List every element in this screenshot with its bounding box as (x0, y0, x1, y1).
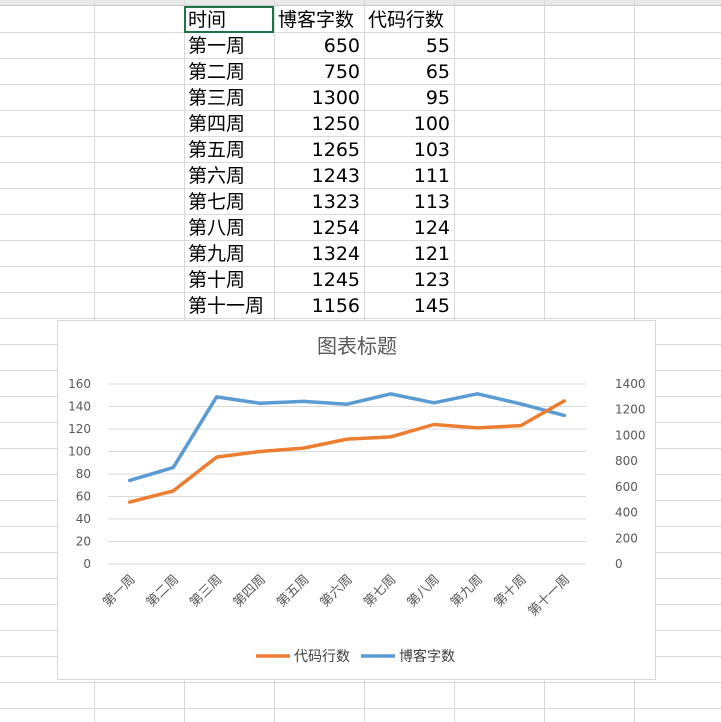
y-right-tick-label: 0 (615, 557, 623, 571)
column-header-bar[interactable] (0, 0, 721, 6)
x-tick-label: 第一周 (100, 572, 138, 610)
y-left-tick-label: 20 (76, 535, 91, 549)
line-chart[interactable]: 图表标题 0 20 40 60 80 100 120 140 160 0 200 400 600 800… (57, 320, 656, 680)
chart-title[interactable]: 图表标题 (317, 334, 397, 358)
legend-label[interactable]: 代码行数 (294, 649, 350, 665)
table-cell[interactable]: 1265 (274, 137, 364, 163)
y-right-tick-label: 1200 (615, 403, 646, 417)
table-cell[interactable]: 95 (364, 85, 454, 111)
x-tick-label: 第五周 (274, 572, 312, 610)
x-tick-label: 第八周 (405, 572, 443, 610)
table-cell[interactable]: 650 (274, 33, 364, 59)
header-cell-time[interactable]: 时间 (184, 7, 274, 33)
y-left-tick-label: 100 (68, 445, 91, 459)
y-left-tick-label: 160 (68, 377, 91, 391)
y-right-tick-label: 1400 (615, 377, 646, 391)
header-cell-blog-words[interactable]: 博客字数 (274, 7, 364, 33)
x-tick-label: 第四周 (231, 572, 269, 610)
table-cell[interactable]: 750 (274, 59, 364, 85)
x-tick-label: 第六周 (318, 572, 356, 610)
table-cell[interactable]: 第二周 (184, 59, 274, 85)
table-cell[interactable]: 1156 (274, 293, 364, 319)
table-cell[interactable]: 123 (364, 267, 454, 293)
y-left-tick-label: 120 (68, 422, 91, 436)
table-cell[interactable]: 145 (364, 293, 454, 319)
y-right-tick-label: 400 (615, 506, 638, 520)
table-cell[interactable]: 65 (364, 59, 454, 85)
table-cell[interactable]: 121 (364, 241, 454, 267)
grid-line (0, 708, 721, 709)
y-right-tick-label: 200 (615, 531, 638, 545)
spreadsheet-grid[interactable]: 时间 博客字数 代码行数 第一周 650 55 第二周 750 65 第三周 1… (0, 0, 721, 722)
table-cell[interactable]: 1323 (274, 189, 364, 215)
x-tick-label: 第十周 (491, 572, 529, 610)
table-cell[interactable]: 1324 (274, 241, 364, 267)
table-cell[interactable]: 第八周 (184, 215, 274, 241)
y-left-tick-label: 40 (76, 512, 91, 526)
table-cell[interactable]: 第一周 (184, 33, 274, 59)
table-cell[interactable]: 100 (364, 111, 454, 137)
table-cell[interactable]: 1245 (274, 267, 364, 293)
table-cell[interactable]: 第四周 (184, 111, 274, 137)
table-cell[interactable]: 第六周 (184, 163, 274, 189)
table-cell[interactable]: 1243 (274, 163, 364, 189)
table-cell[interactable]: 1300 (274, 85, 364, 111)
table-cell[interactable]: 113 (364, 189, 454, 215)
y-right-tick-label: 600 (615, 480, 638, 494)
legend-label[interactable]: 博客字数 (399, 648, 455, 665)
table-cell[interactable]: 第三周 (184, 85, 274, 111)
table-cell[interactable]: 55 (364, 33, 454, 59)
y-left-tick-label: 80 (76, 467, 91, 481)
chart-canvas: 图表标题 0 20 40 60 80 100 120 140 160 0 200 400 600 800… (68, 334, 646, 665)
table-cell[interactable]: 第九周 (184, 241, 274, 267)
header-cell-code-lines[interactable]: 代码行数 (364, 7, 454, 33)
table-cell[interactable]: 103 (364, 137, 454, 163)
table-cell[interactable]: 第七周 (184, 189, 274, 215)
x-tick-label: 第二周 (144, 572, 182, 610)
table-cell[interactable]: 第十周 (184, 267, 274, 293)
y-right-tick-label: 800 (615, 454, 638, 468)
table-cell[interactable]: 124 (364, 215, 454, 241)
x-tick-label: 第三周 (187, 572, 225, 610)
y-left-tick-label: 140 (68, 400, 91, 414)
table-cell[interactable]: 第五周 (184, 137, 274, 163)
grid-line (0, 682, 721, 683)
y-left-tick-label: 60 (76, 490, 91, 504)
table-cell[interactable]: 111 (364, 163, 454, 189)
y-left-tick-label: 0 (83, 557, 91, 571)
table-cell[interactable]: 1254 (274, 215, 364, 241)
x-tick-label: 第九周 (448, 572, 486, 610)
table-cell[interactable]: 第十一周 (184, 293, 274, 319)
y-right-tick-label: 1000 (615, 428, 646, 442)
x-tick-label: 第七周 (361, 572, 399, 610)
x-tick-label: 第十一周 (526, 572, 573, 619)
table-cell[interactable]: 1250 (274, 111, 364, 137)
